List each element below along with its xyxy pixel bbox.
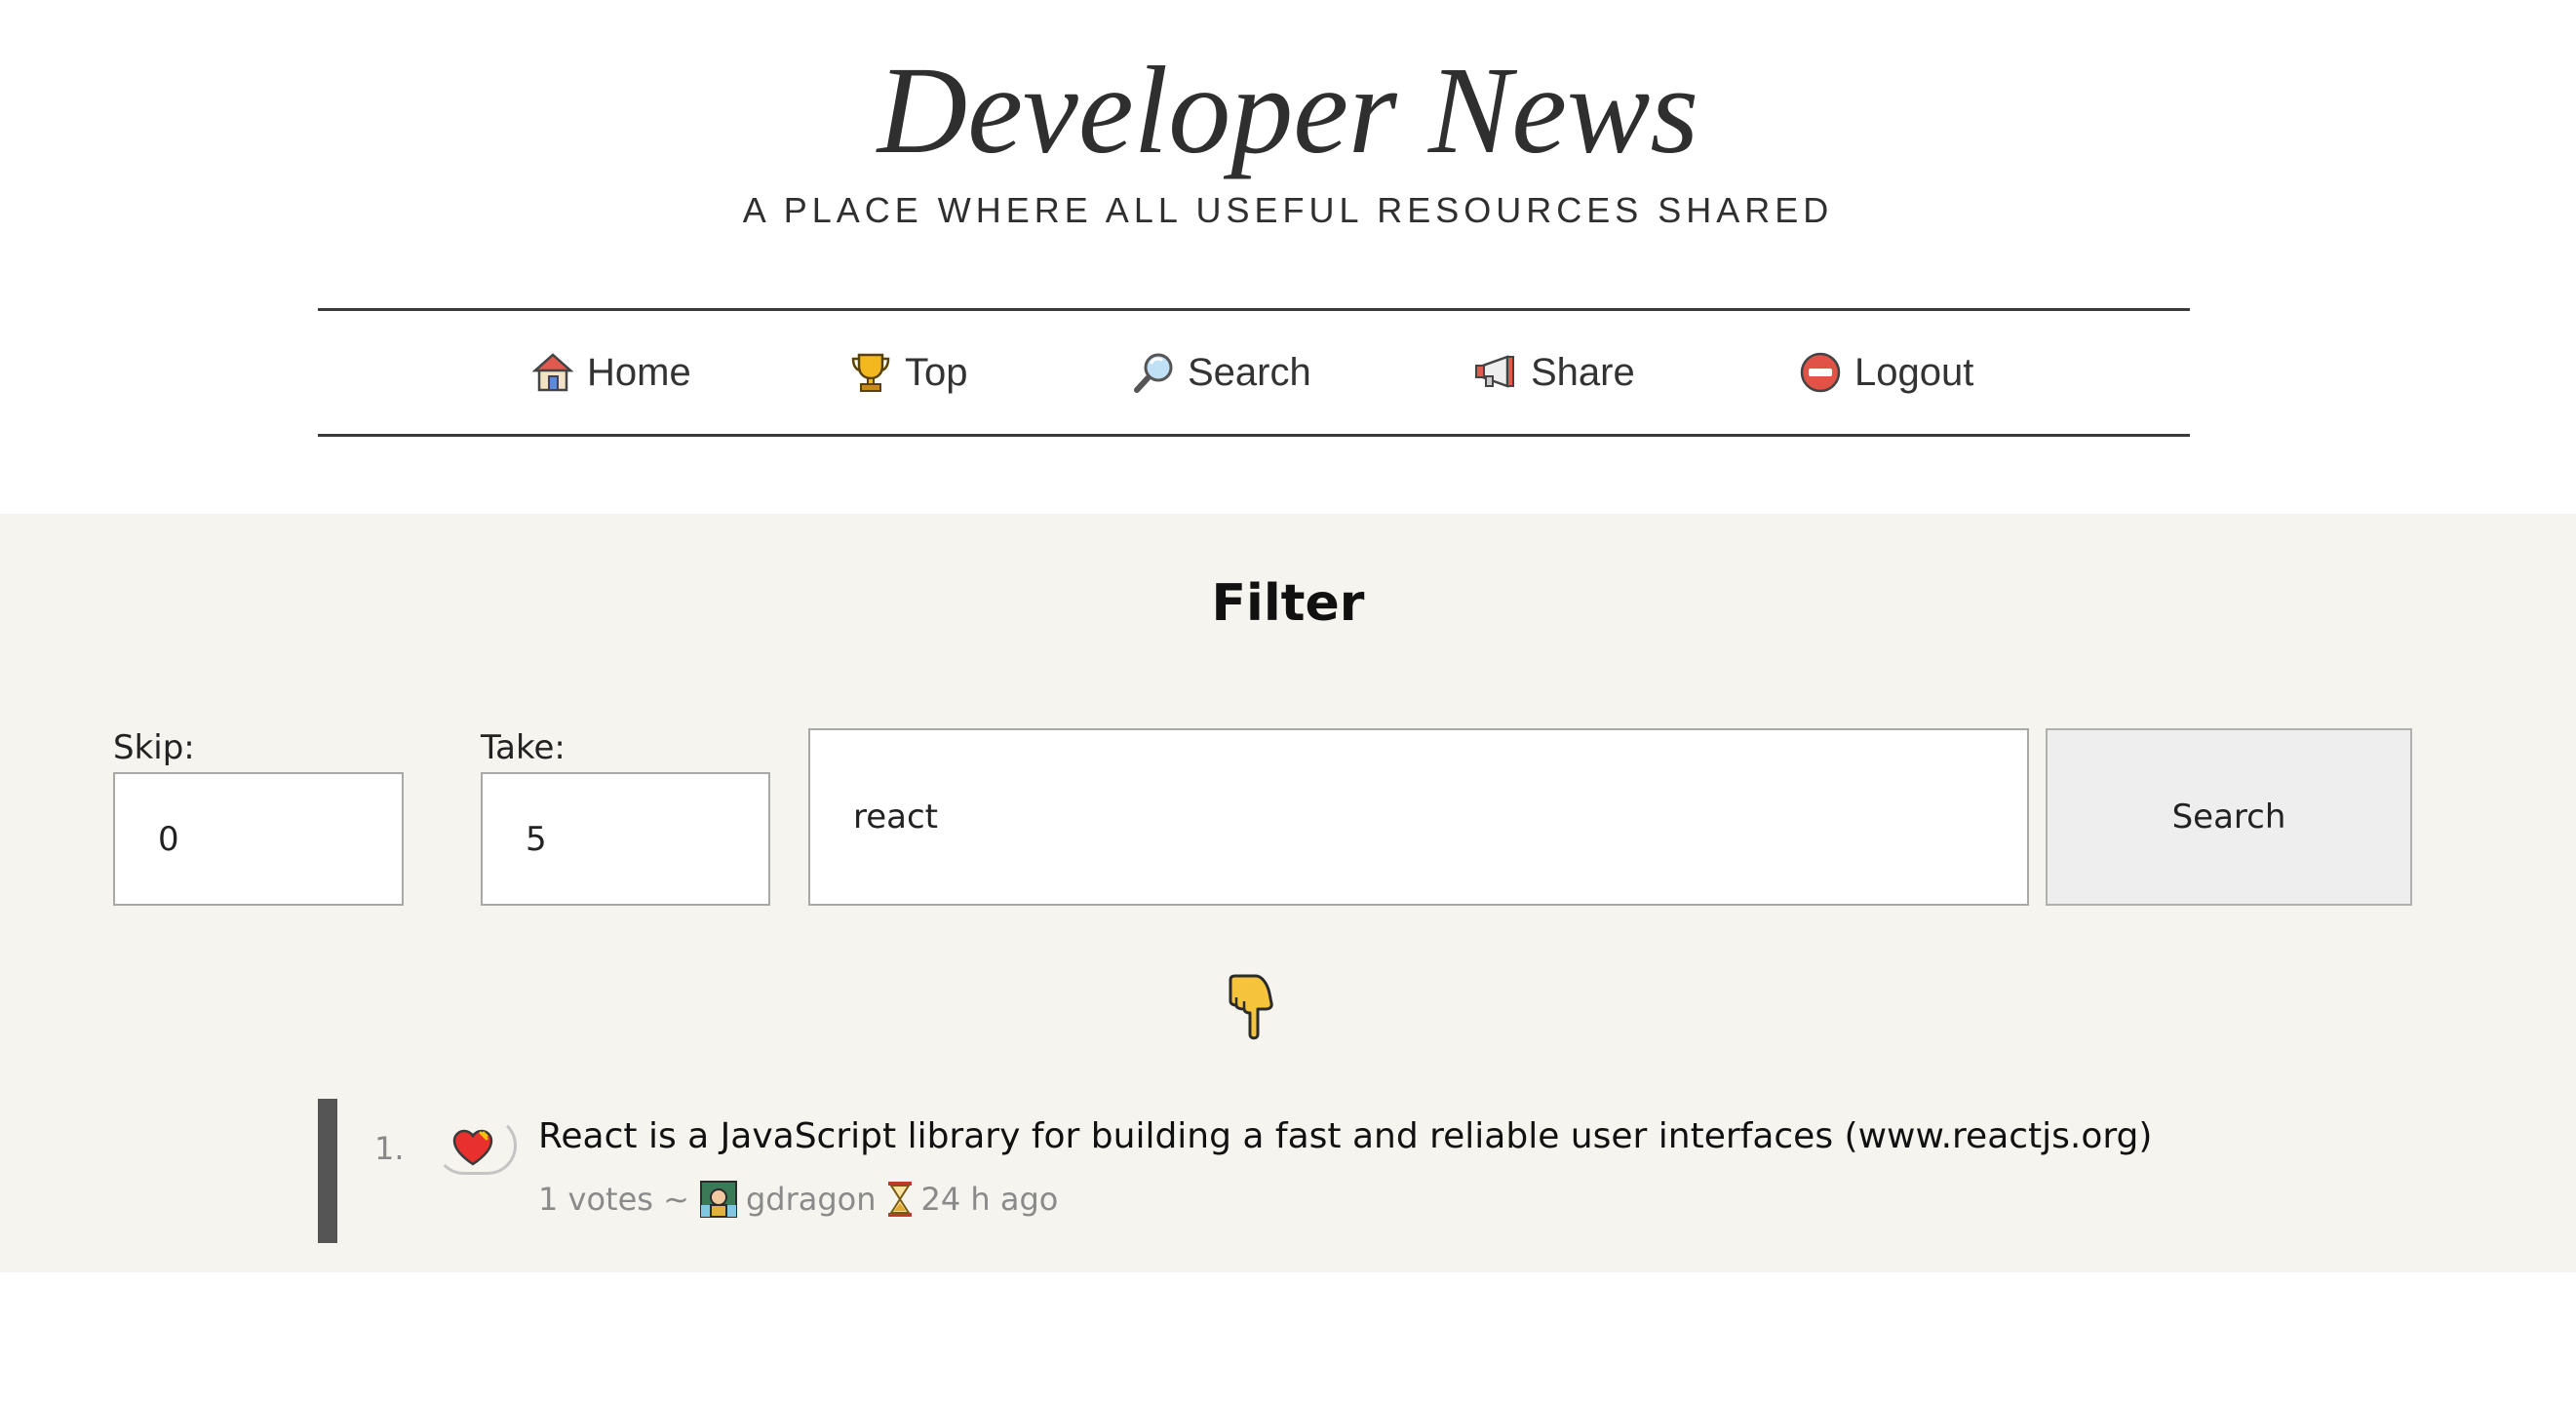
magnifier-icon — [1131, 350, 1176, 395]
megaphone-icon — [1474, 350, 1519, 395]
nav-item-top[interactable]: Top — [848, 311, 968, 434]
take-input[interactable] — [481, 772, 770, 906]
nav-item-search[interactable]: Search — [1131, 311, 1311, 434]
take-label: Take: — [481, 728, 566, 767]
trophy-icon — [848, 350, 893, 395]
result-accent-bar — [318, 1099, 337, 1243]
nav-label-home: Home — [587, 350, 691, 394]
nav-label-share: Share — [1531, 350, 1635, 394]
site-title: Developer News — [877, 41, 1699, 179]
nav-item-home[interactable]: Home — [530, 311, 691, 434]
no-entry-icon — [1798, 350, 1843, 395]
result-title-link[interactable]: React is a JavaScript library for buildi… — [538, 1116, 2152, 1156]
avatar-icon — [699, 1180, 738, 1219]
result-item: 1. React is a JavaScript library for bui… — [318, 1099, 2219, 1243]
nav-label-top: Top — [905, 350, 968, 394]
result-meta: 1 votes ~ gdragon 24 h ago — [538, 1177, 1058, 1222]
skip-label: Skip: — [113, 728, 195, 767]
result-index: 1. — [374, 1130, 405, 1167]
search-button[interactable]: Search — [2046, 728, 2412, 906]
filter-title: Filter — [1211, 574, 1365, 633]
result-age: 24 h ago — [920, 1181, 1059, 1218]
search-query-input[interactable] — [808, 728, 2029, 906]
result-votes: 1 votes ~ — [538, 1181, 689, 1218]
pointing-down-icon — [1227, 974, 1279, 1042]
upvote-button[interactable] — [435, 1116, 517, 1175]
skip-input[interactable] — [113, 772, 404, 906]
house-icon — [530, 350, 575, 395]
nav-label-logout: Logout — [1854, 350, 1974, 394]
nav-item-share[interactable]: Share — [1474, 311, 1635, 434]
nav-label-search: Search — [1188, 350, 1311, 394]
filter-section: Filter Skip: Take: Search 1. React is a … — [0, 514, 2576, 1272]
main-nav: Home Top Search Share Logout — [318, 308, 2190, 437]
site-subtitle: A PLACE WHERE ALL USEFUL RESOURCES SHARE… — [742, 190, 1834, 230]
result-author[interactable]: gdragon — [746, 1181, 877, 1218]
nav-item-logout[interactable]: Logout — [1798, 311, 1973, 434]
hourglass-icon — [886, 1180, 914, 1219]
